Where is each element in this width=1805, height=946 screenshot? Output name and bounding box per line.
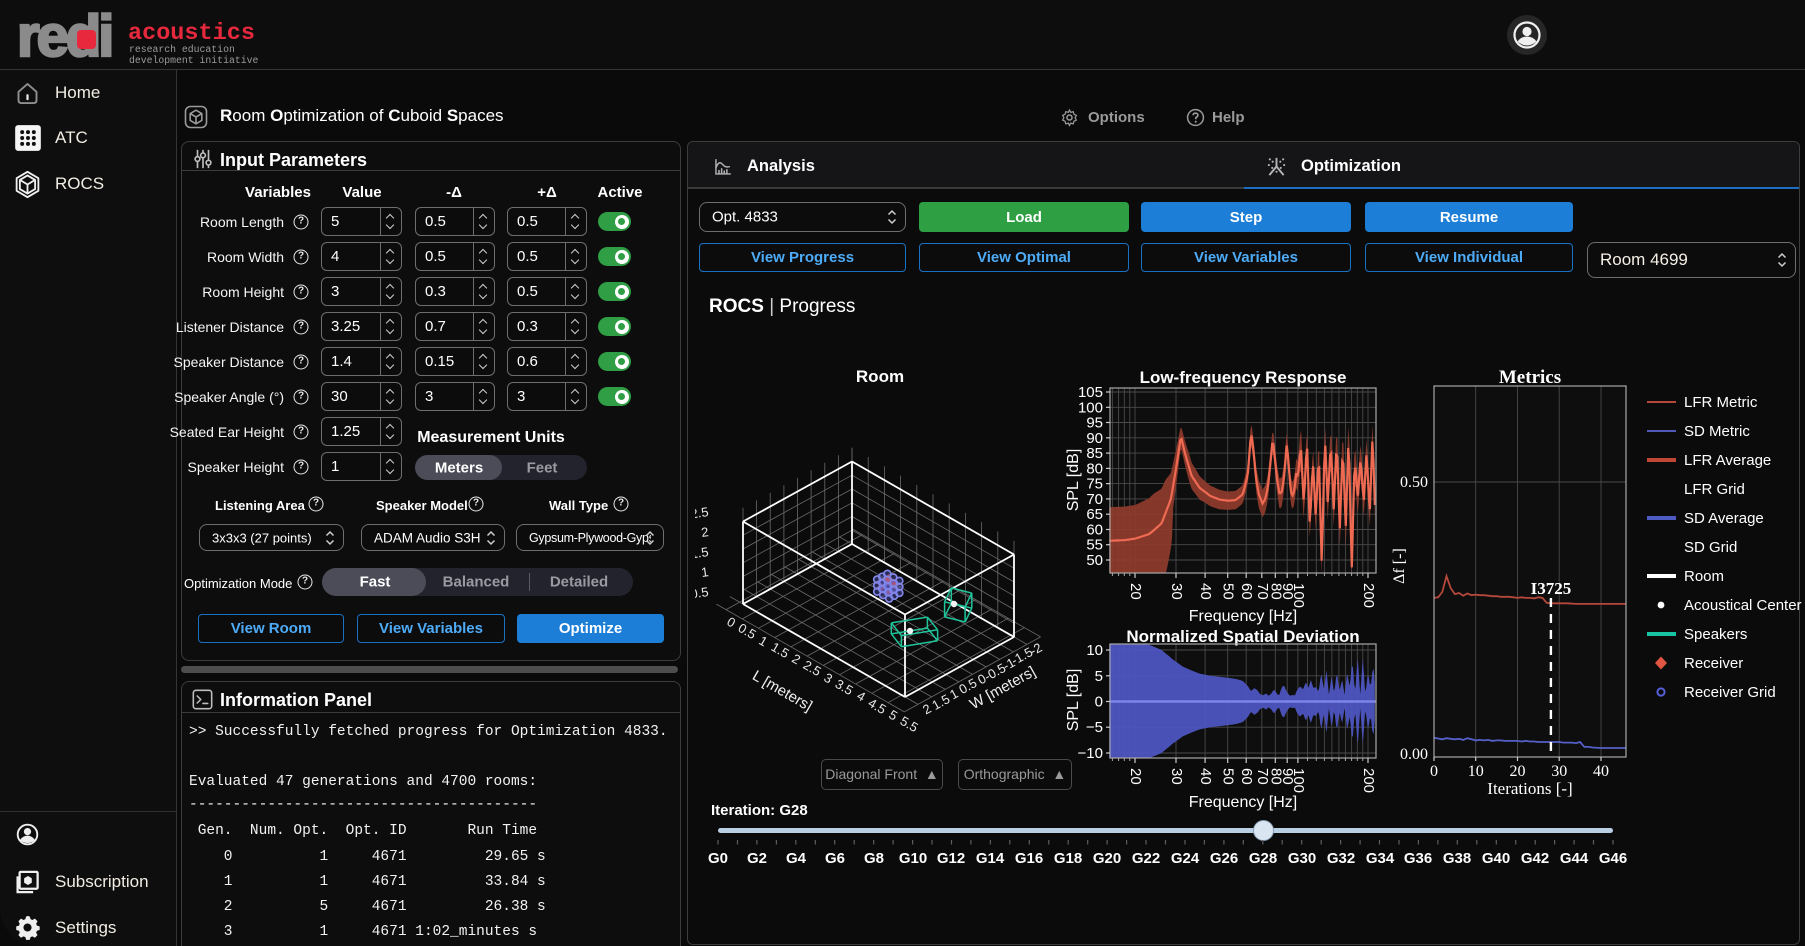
svg-text:3: 3 [821, 670, 835, 687]
svg-text:2.5: 2.5 [801, 657, 824, 679]
svg-text:0.5: 0.5 [736, 620, 759, 642]
svg-text:85: 85 [1086, 445, 1103, 462]
svg-text:60: 60 [1238, 768, 1255, 785]
svg-text:20: 20 [1510, 763, 1526, 780]
svg-text:SD Metric: SD Metric [1684, 423, 1750, 440]
svg-text:95: 95 [1086, 415, 1103, 432]
svg-text:0: 0 [724, 614, 738, 631]
svg-text:5: 5 [886, 707, 900, 724]
svg-text:60: 60 [1238, 583, 1255, 600]
svg-text:2: 2 [700, 524, 709, 540]
svg-text:10: 10 [1468, 763, 1484, 780]
svg-text:−10: −10 [1078, 745, 1103, 762]
svg-text:20: 20 [1127, 583, 1144, 600]
svg-text:SD Average: SD Average [1684, 510, 1764, 527]
svg-text:60: 60 [1086, 522, 1103, 539]
svg-text:1.5: 1.5 [695, 544, 709, 561]
svg-text:2: 2 [789, 651, 803, 668]
svg-text:4: 4 [854, 688, 868, 705]
svg-text:5.5: 5.5 [898, 713, 921, 735]
svg-text:acoustics: acoustics [128, 20, 255, 47]
svg-text:50: 50 [1220, 583, 1237, 600]
svg-text:Room: Room [856, 367, 904, 386]
svg-text:100: 100 [1078, 399, 1103, 416]
svg-text:105: 105 [1078, 384, 1103, 401]
svg-text:Normalized Spatial Deviation: Normalized Spatial Deviation [1126, 627, 1359, 646]
svg-text:1: 1 [700, 564, 709, 580]
svg-text:SPL [dB]: SPL [dB] [1065, 449, 1082, 512]
svg-text:80: 80 [1086, 460, 1103, 477]
svg-text:LFR Average: LFR Average [1684, 452, 1771, 469]
svg-text:1: 1 [756, 633, 770, 650]
svg-text:Metrics: Metrics [1499, 367, 1561, 388]
svg-text:Iterations [-]: Iterations [-] [1487, 779, 1572, 798]
svg-text:0.50: 0.50 [1400, 474, 1428, 491]
svg-text:65: 65 [1086, 506, 1103, 523]
svg-text:100: 100 [1290, 768, 1307, 793]
svg-text:90: 90 [1086, 430, 1103, 447]
svg-text:SPL [dB]: SPL [dB] [1065, 669, 1082, 732]
svg-text:200: 200 [1360, 583, 1377, 608]
svg-text:70: 70 [1086, 491, 1103, 508]
svg-text:2.5: 2.5 [695, 504, 709, 521]
svg-text:1.5: 1.5 [769, 639, 792, 661]
svg-text:20: 20 [1127, 768, 1144, 785]
svg-text:L [meters]: L [meters] [749, 667, 815, 715]
svg-text:Receiver: Receiver [1684, 655, 1743, 672]
svg-text:research education: research education [129, 44, 235, 55]
svg-text:0: 0 [1095, 694, 1103, 711]
svg-text:Low-frequency Response: Low-frequency Response [1140, 368, 1347, 387]
svg-text:Room: Room [1684, 568, 1724, 585]
svg-text:LFR Metric: LFR Metric [1684, 394, 1758, 411]
svg-text:Frequency [Hz]: Frequency [Hz] [1189, 794, 1297, 811]
svg-text:50: 50 [1220, 768, 1237, 785]
svg-text:30: 30 [1551, 763, 1567, 780]
svg-text:LFR Grid: LFR Grid [1684, 481, 1745, 498]
svg-text:3.5: 3.5 [833, 676, 856, 698]
svg-text:Frequency [Hz]: Frequency [Hz] [1189, 608, 1297, 625]
svg-text:30: 30 [1168, 583, 1185, 600]
svg-text:−5: −5 [1086, 719, 1103, 736]
svg-text:200: 200 [1360, 768, 1377, 793]
svg-text:100: 100 [1290, 583, 1307, 608]
svg-text:0.00: 0.00 [1400, 746, 1428, 763]
svg-text:5: 5 [1095, 668, 1103, 685]
svg-text:4.5: 4.5 [866, 695, 889, 717]
svg-text:40: 40 [1197, 583, 1214, 600]
svg-text:75: 75 [1086, 476, 1103, 493]
svg-text:Speakers: Speakers [1684, 626, 1747, 643]
svg-text:redi: redi [17, 6, 111, 68]
svg-text:55: 55 [1086, 537, 1103, 554]
svg-text:40: 40 [1197, 768, 1214, 785]
svg-text:development initiative: development initiative [129, 55, 258, 66]
svg-text:SD Grid: SD Grid [1684, 539, 1737, 556]
svg-text:50: 50 [1086, 552, 1103, 569]
svg-text:Receiver Grid: Receiver Grid [1684, 684, 1776, 701]
svg-text:Acoustical Center: Acoustical Center [1684, 597, 1802, 614]
svg-text:30: 30 [1168, 768, 1185, 785]
svg-text:40: 40 [1593, 763, 1609, 780]
svg-text:10: 10 [1086, 642, 1103, 659]
svg-text:I3725: I3725 [1531, 579, 1572, 598]
svg-text:0.5: 0.5 [695, 584, 709, 601]
svg-text:Δf [-]: Δf [-] [1391, 548, 1408, 584]
svg-text:0: 0 [1430, 763, 1438, 780]
